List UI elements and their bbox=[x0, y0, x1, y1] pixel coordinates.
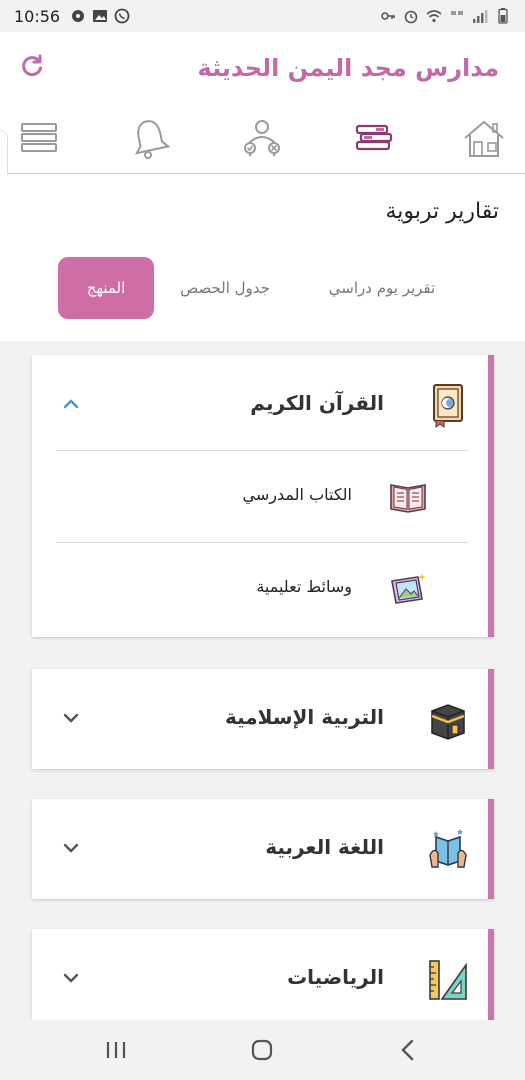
teacher-icon[interactable] bbox=[240, 116, 284, 160]
open-book-icon bbox=[390, 484, 426, 513]
sub-label-textbook: الكتاب المدرسي bbox=[242, 485, 352, 504]
home-circle-icon[interactable] bbox=[248, 1036, 276, 1064]
whatsapp-icon bbox=[114, 8, 130, 24]
status-time: 10:56 bbox=[14, 6, 61, 26]
chevron-up-icon[interactable] bbox=[60, 393, 82, 415]
image-icon bbox=[93, 10, 108, 22]
bell-icon[interactable] bbox=[128, 116, 172, 160]
key-icon bbox=[381, 12, 395, 20]
subject-header-islamic[interactable]: التربية الإسلامية bbox=[32, 669, 488, 769]
chevron-down-icon[interactable] bbox=[60, 967, 82, 989]
app-title: مدارس مجد اليمن الحديثة bbox=[197, 54, 499, 82]
subject-card-math[interactable]: الرياضيات bbox=[32, 929, 494, 1020]
status-bar: 10:56 bbox=[0, 0, 525, 32]
sub-label-media: وسائط تعليمية bbox=[256, 577, 352, 596]
subject-card-arabic[interactable]: اللغة العربية bbox=[32, 799, 494, 899]
wifi-icon bbox=[426, 10, 442, 23]
sub-item-textbook[interactable]: الكتاب المدرسي bbox=[56, 450, 468, 542]
subject-title-quran: القرآن الكريم bbox=[250, 391, 384, 415]
subject-header-quran[interactable]: القرآن الكريم bbox=[32, 355, 488, 455]
chevron-down-icon[interactable] bbox=[60, 707, 82, 729]
subject-title-math: الرياضيات bbox=[287, 965, 384, 989]
menu-icon[interactable] bbox=[18, 116, 62, 160]
ruler-triangle-icon bbox=[429, 960, 467, 1000]
tab-schedule[interactable]: جدول الحصص bbox=[165, 257, 285, 319]
subject-card-islamic[interactable]: التربية الإسلامية bbox=[32, 669, 494, 769]
top-nav bbox=[0, 102, 525, 174]
chevron-down-icon[interactable] bbox=[60, 837, 82, 859]
books-icon[interactable] bbox=[352, 116, 396, 160]
reading-icon bbox=[429, 829, 467, 868]
tab-curriculum[interactable]: المنهج bbox=[58, 257, 154, 319]
sync-icon bbox=[72, 10, 85, 22]
network-3g-icon bbox=[451, 11, 463, 15]
reports-section: تقارير تربوية تقرير يوم دراسي جدول الحصص… bbox=[0, 175, 525, 341]
tab-daily-report[interactable]: تقرير يوم دراسي bbox=[317, 257, 447, 319]
system-nav-bar bbox=[0, 1020, 525, 1080]
subject-title-islamic: التربية الإسلامية bbox=[224, 705, 384, 729]
subject-header-arabic[interactable]: اللغة العربية bbox=[32, 799, 488, 899]
sub-item-media[interactable]: وسائط تعليمية bbox=[56, 542, 468, 634]
section-title: تقارير تربوية bbox=[385, 199, 499, 224]
subject-title-arabic: اللغة العربية bbox=[265, 835, 384, 859]
subject-header-math[interactable]: الرياضيات bbox=[32, 929, 488, 1029]
media-icon bbox=[391, 573, 426, 604]
signal-icon bbox=[473, 10, 488, 23]
quran-icon bbox=[433, 384, 463, 428]
app-header: مدارس مجد اليمن الحديثة bbox=[0, 32, 525, 102]
battery-icon bbox=[498, 8, 508, 24]
status-left-icons bbox=[70, 8, 130, 24]
status-right-icons bbox=[380, 8, 511, 24]
back-icon[interactable] bbox=[394, 1036, 422, 1064]
alarm-icon bbox=[404, 10, 418, 24]
kaaba-icon bbox=[431, 704, 465, 740]
home-icon[interactable] bbox=[462, 116, 506, 160]
refresh-icon[interactable] bbox=[18, 52, 46, 80]
subject-card-quran: القرآن الكريم الكتاب المدرسي وسائط تعليم… bbox=[32, 355, 494, 637]
recent-apps-icon[interactable] bbox=[102, 1036, 130, 1064]
